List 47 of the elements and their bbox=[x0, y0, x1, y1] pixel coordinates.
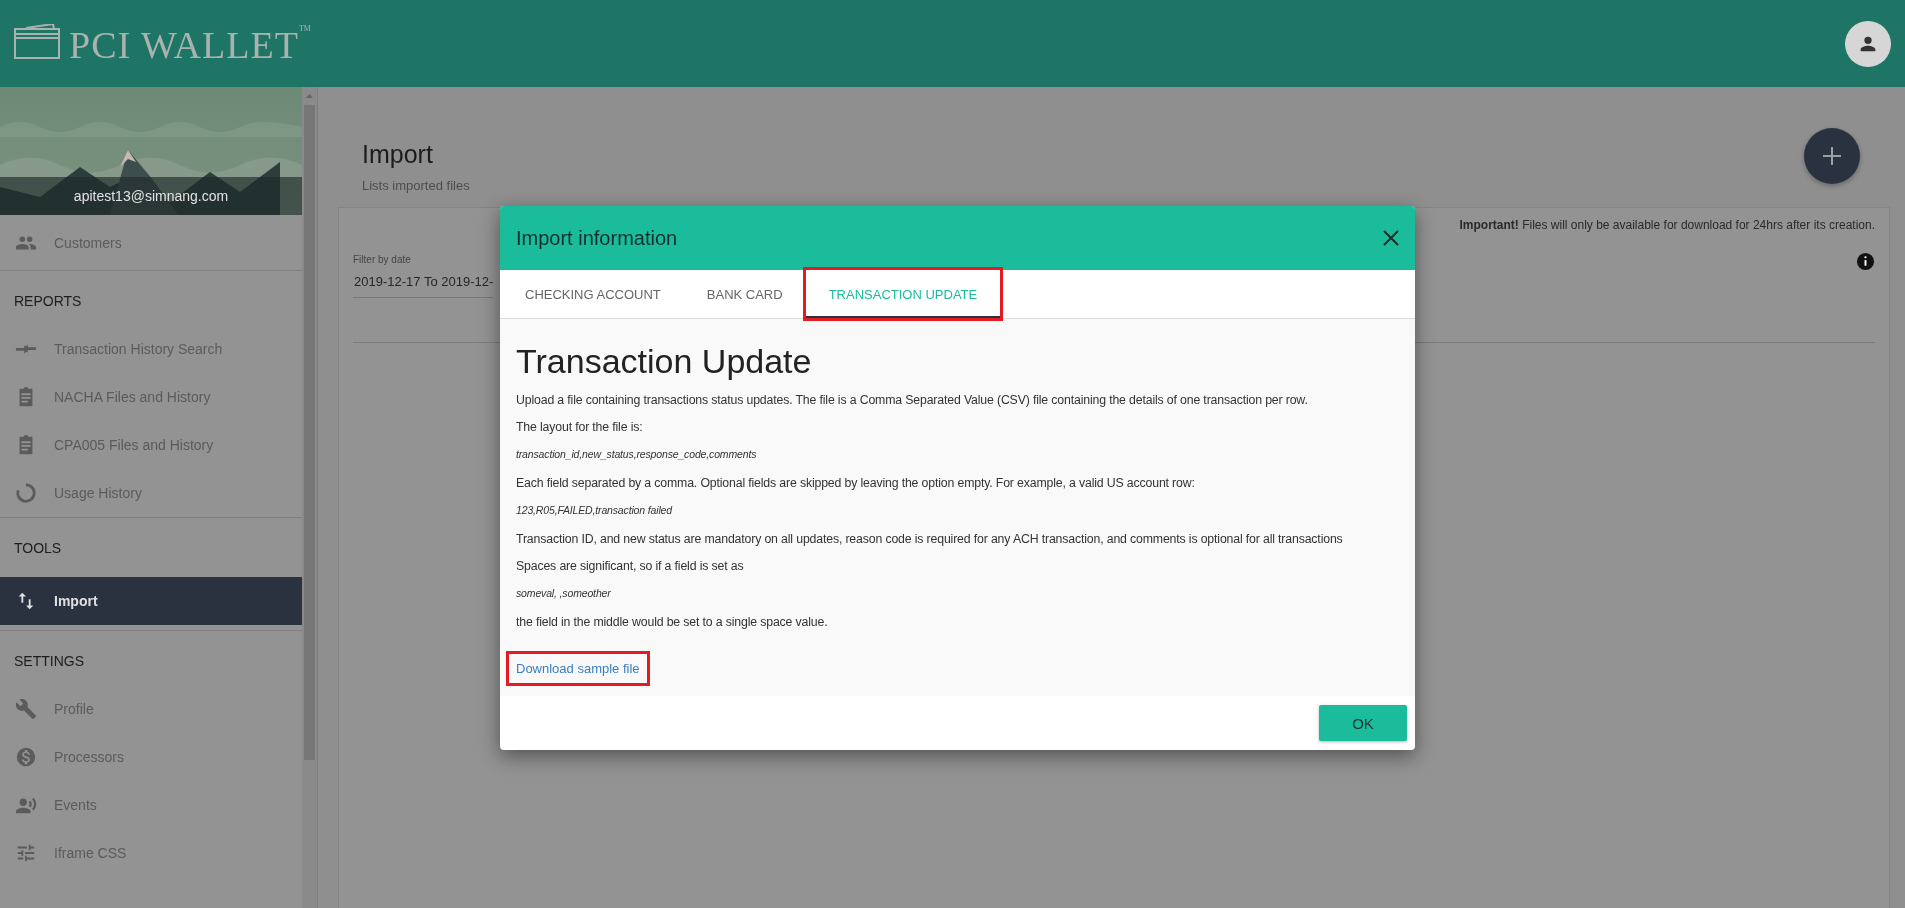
page-title: Import bbox=[362, 140, 434, 169]
tab[interactable]: CHECKING ACCOUNT bbox=[502, 270, 684, 318]
sliders-icon bbox=[15, 842, 37, 864]
user-email: apitest13@simnang.com bbox=[0, 177, 302, 215]
add-button[interactable] bbox=[1804, 128, 1860, 184]
nav-item[interactable]: Customers bbox=[0, 215, 302, 270]
paragraph: Transaction ID, and new status are mandatory on all updates, reason code is required for any ACH transaction, and comments is optional for all transactions bbox=[516, 532, 1344, 547]
dialog-title: Import information bbox=[516, 226, 678, 250]
section-heading: REPORTS bbox=[13, 292, 83, 311]
nav-item[interactable]: Transaction History Search bbox=[0, 325, 302, 373]
trademark: TM bbox=[298, 23, 311, 33]
ok-button[interactable]: OK bbox=[1319, 705, 1407, 741]
ring-icon bbox=[15, 482, 37, 504]
code-example: transaction_id,new_status,response_code,comments bbox=[516, 447, 758, 462]
nav-item[interactable]: Usage History bbox=[0, 469, 302, 517]
section-heading: SETTINGS bbox=[13, 652, 85, 671]
avatar[interactable] bbox=[1845, 20, 1891, 67]
plus-icon bbox=[1822, 146, 1842, 166]
nav-item[interactable]: CPA005 Files and History bbox=[0, 421, 302, 469]
download-link[interactable]: Download sample file bbox=[506, 651, 650, 686]
close-icon[interactable] bbox=[1383, 230, 1399, 246]
section-heading: TOOLS bbox=[13, 539, 63, 558]
paragraph: Spaces are significant, so if a field is set as bbox=[516, 559, 745, 574]
date-range-field[interactable]: 2019-12-17 To 2019-12- bbox=[353, 265, 493, 298]
filter-label: Filter by date bbox=[353, 254, 412, 265]
paragraph: The layout for the file is: bbox=[516, 420, 644, 435]
logo-text: PCI WALLET bbox=[69, 25, 299, 64]
code-example: 123,R05,FAILED,transaction failed bbox=[516, 503, 674, 518]
tab[interactable]: BANK CARD bbox=[683, 270, 806, 318]
section-heading: Transaction Update bbox=[516, 342, 813, 381]
paragraph: Each field separated by a comma. Optional fields are skipped by leaving the option empty. For example, a valid US account row: bbox=[516, 476, 1196, 491]
paragraph: the field in the middle would be set to a single space value. bbox=[516, 615, 829, 630]
nav-item[interactable]: Import bbox=[0, 577, 302, 625]
nav-item[interactable]: Iframe CSS bbox=[0, 829, 302, 877]
code-example: someval, ,someother bbox=[516, 586, 612, 601]
notice-text: Important! Files will only be available for download for 24hrs after its creation. bbox=[1459, 218, 1875, 232]
tab[interactable]: TRANSACTION UPDATE bbox=[805, 270, 1001, 318]
dollar-icon bbox=[15, 746, 37, 768]
wallet-icon bbox=[14, 23, 61, 59]
page-subtitle: Lists imported files bbox=[362, 178, 470, 193]
nav-item[interactable]: Profile bbox=[0, 685, 302, 733]
wrench-icon bbox=[15, 698, 37, 720]
nav-item[interactable]: NACHA Files and History bbox=[0, 373, 302, 421]
nav-item[interactable]: Events bbox=[0, 781, 302, 829]
nav-item[interactable]: Processors bbox=[0, 733, 302, 781]
info-icon[interactable] bbox=[1856, 252, 1875, 271]
paragraph: Upload a file containing transactions status updates. The file is a Comma Separated Value (CSV) file containing the details of one transaction per row. bbox=[516, 393, 1309, 408]
